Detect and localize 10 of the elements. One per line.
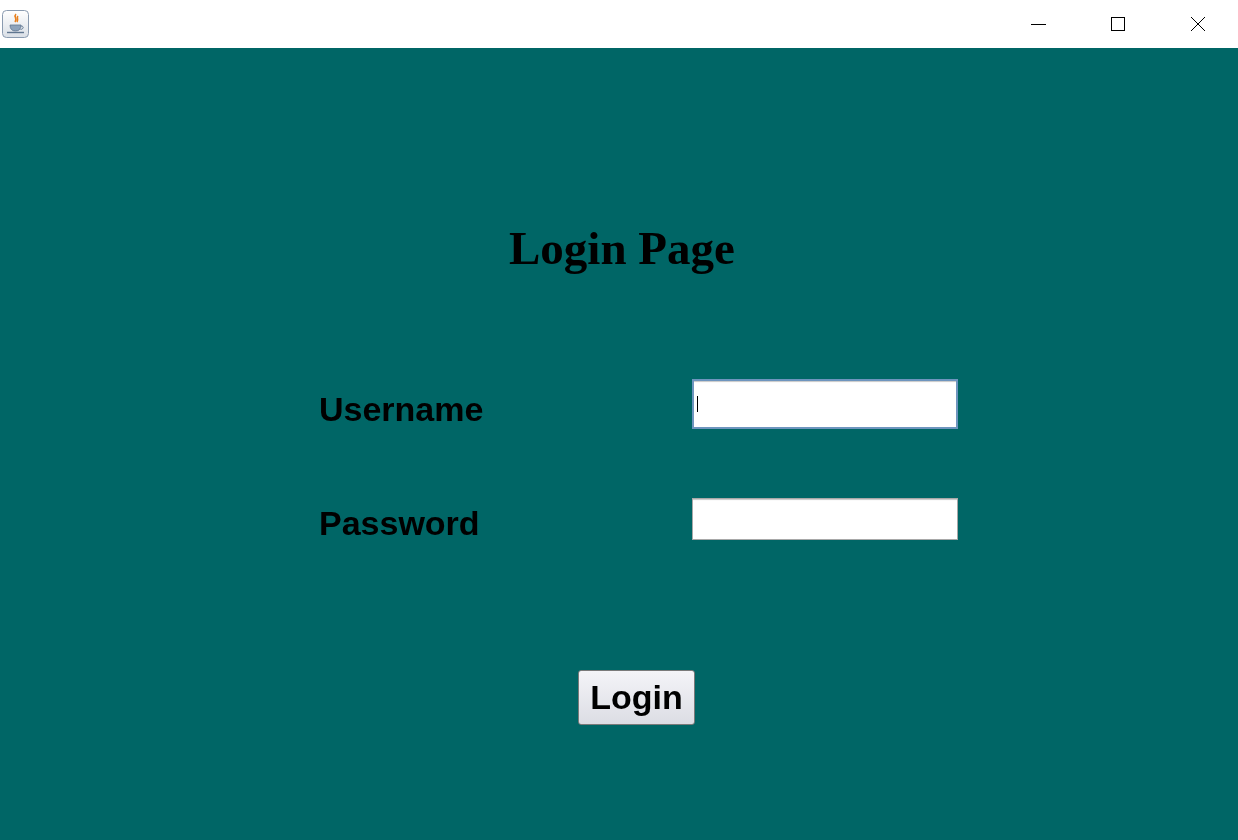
minimize-icon — [1030, 23, 1046, 25]
field-label: Username — [319, 388, 484, 429]
maximize-icon — [1110, 16, 1126, 32]
close-icon — [1190, 16, 1206, 32]
coffee-cup-icon — [2, 9, 29, 38]
field-label: Password — [319, 503, 480, 543]
login-button[interactable]: Login — [578, 670, 695, 725]
username-field[interactable] — [692, 379, 958, 429]
page-heading: Login Page — [509, 221, 735, 276]
password-field[interactable] — [692, 497, 958, 540]
